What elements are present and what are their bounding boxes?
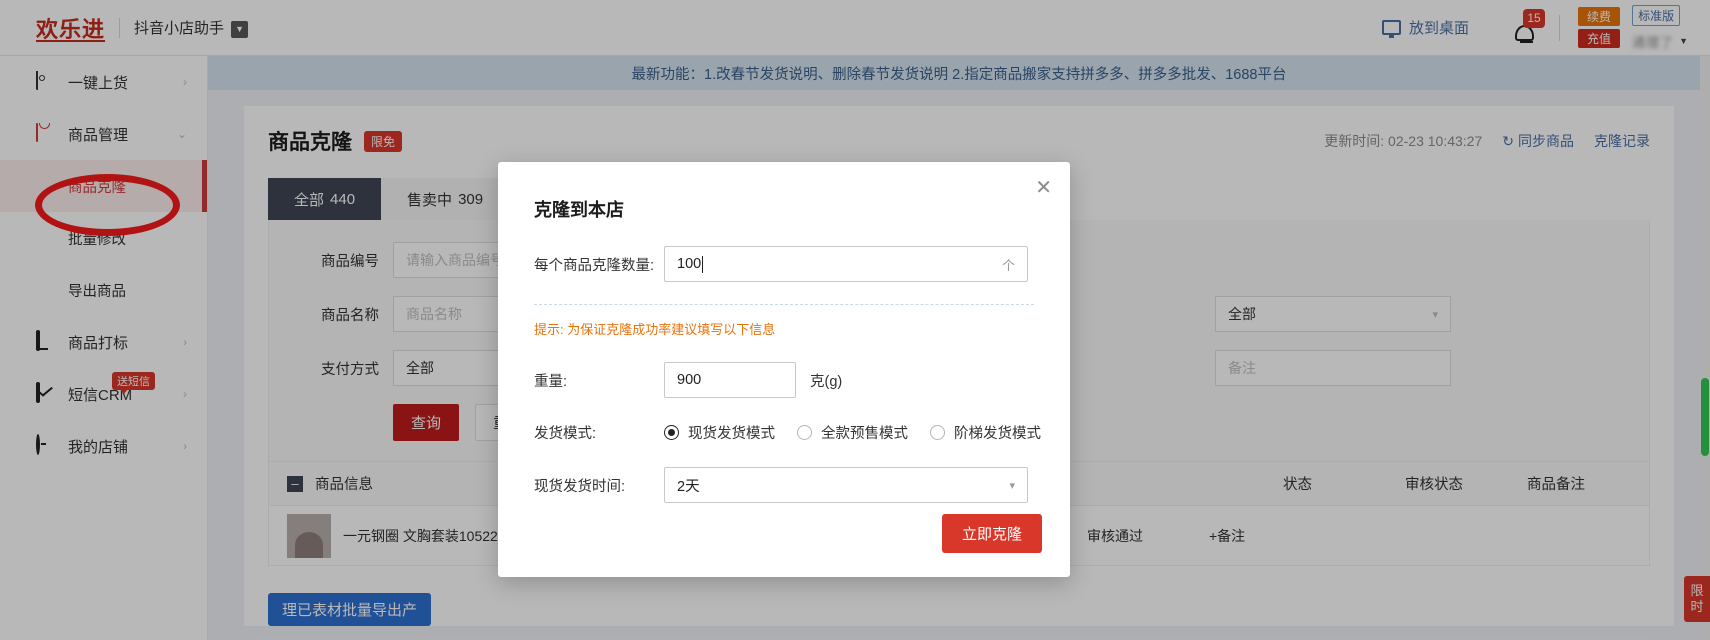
quantity-value: 100 [677, 256, 702, 272]
dialog-title: 克隆到本店 [534, 200, 624, 220]
quantity-label: 每个商品克隆数量: [534, 257, 655, 274]
radio-full-presale-label: 全款预售模式 [821, 426, 908, 442]
quantity-unit: 个 [1001, 257, 1015, 273]
radio-unselected-icon [797, 425, 812, 440]
radio-tiered-shipping-label: 阶梯发货模式 [954, 426, 1041, 442]
close-icon[interactable]: ✕ [1035, 178, 1052, 198]
radio-unselected-icon [930, 425, 945, 440]
quantity-row: 每个商品克隆数量: 100 个 [498, 246, 1070, 282]
confirm-clone-button[interactable]: 立即克隆 [941, 514, 1042, 553]
dialog-hint: 提示: 为保证克隆成功率建议填写以下信息 [534, 322, 776, 337]
ship-time-value: 2天 [677, 478, 700, 495]
ship-mode-row: 发货模式: 现货发货模式 全款预售模式 阶梯发货模式 [498, 422, 1070, 443]
radio-selected-icon [664, 425, 679, 440]
weight-row: 重量: 900 克(g) [498, 362, 1070, 398]
quantity-input[interactable]: 100 个 [664, 246, 1028, 282]
radio-full-presale[interactable]: 全款预售模式 [797, 422, 908, 443]
radio-in-stock[interactable]: 现货发货模式 [664, 422, 775, 443]
weight-label: 重量: [534, 373, 568, 390]
ship-time-row: 现货发货时间: 2天 ▾ [498, 467, 1070, 503]
chevron-down-icon: ▾ [1009, 479, 1015, 492]
ship-time-label: 现货发货时间: [534, 478, 626, 495]
weight-input[interactable]: 900 [664, 362, 796, 398]
weight-unit: 克(g) [810, 373, 843, 390]
ship-mode-radio-group: 现货发货模式 全款预售模式 阶梯发货模式 [664, 422, 1041, 443]
dialog-divider [534, 304, 1034, 305]
text-cursor [702, 255, 704, 273]
radio-tiered-shipping[interactable]: 阶梯发货模式 [930, 422, 1041, 443]
ship-mode-label: 发货模式: [534, 426, 597, 442]
dialog-footer: 立即克隆 [941, 514, 1042, 553]
ship-time-select[interactable]: 2天 ▾ [664, 467, 1028, 503]
radio-in-stock-label: 现货发货模式 [688, 426, 775, 442]
clone-to-shop-dialog: ✕ 克隆到本店 每个商品克隆数量: 100 个 提示: 为保证克隆成功率建议填写… [498, 162, 1070, 577]
